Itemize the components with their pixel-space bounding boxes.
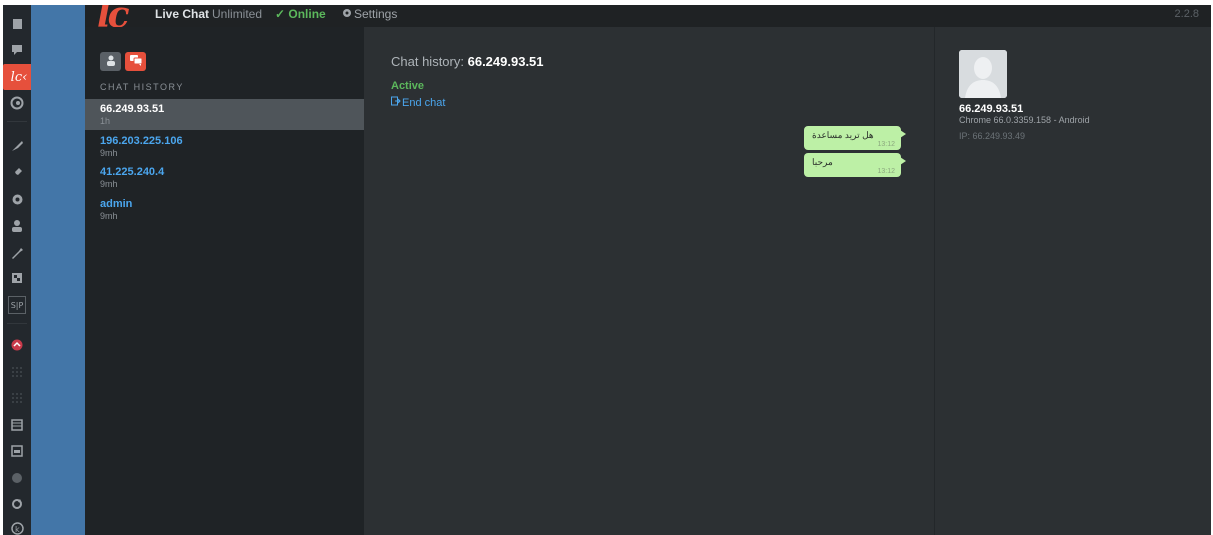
message-time: 13:12 (877, 168, 895, 175)
product-title: Live Chat (155, 7, 210, 21)
top-bar: lc Live Chat Unlimited ✓ Online Settings … (85, 5, 1211, 35)
plugins-icon[interactable] (8, 163, 26, 181)
visitor-browser: Chrome 66.0.3359.158 - Android (959, 115, 1090, 125)
circle-icon[interactable] (8, 469, 26, 487)
version-label: 2.2.8 (1174, 8, 1199, 20)
comments-icon[interactable] (8, 41, 26, 59)
table-icon[interactable] (8, 442, 26, 460)
chat-title: Chat history: 66.249.93.51 (391, 54, 544, 69)
svg-text:k: k (15, 525, 20, 534)
table-icon[interactable] (8, 416, 26, 434)
grid-icon[interactable] (8, 363, 26, 381)
chat-title-prefix: Chat history: (391, 54, 464, 69)
gear-icon (342, 7, 352, 21)
history-item-name: 66.249.93.51 (100, 103, 165, 115)
chat-history-tab-button[interactable] (125, 52, 146, 71)
appearance-icon[interactable] (8, 136, 26, 154)
grid-icon[interactable] (8, 389, 26, 407)
visitors-tab-button[interactable] (100, 52, 121, 71)
product-name: Live Chat Unlimited (155, 7, 262, 21)
message-time: 13:12 (877, 141, 895, 148)
history-item[interactable]: 66.249.93.51 1h (85, 99, 364, 130)
plugin-sp-icon[interactable]: S|P (8, 296, 26, 314)
visitor-info-panel: 66.249.93.51 Chrome 66.0.3359.158 - Andr… (934, 27, 1211, 535)
online-status-toggle[interactable]: ✓ Online (275, 7, 326, 21)
history-item[interactable]: 196.203.225.106 9mh (85, 131, 364, 162)
chat-main-panel: Chat history: 66.249.93.51 Active End ch… (364, 27, 934, 535)
message-text: مرحبا (812, 157, 833, 167)
history-item-time: 9mh (100, 179, 118, 189)
end-chat-label: End chat (402, 96, 446, 109)
media-icon[interactable] (8, 269, 26, 287)
history-item-name: 196.203.225.106 (100, 135, 183, 147)
product-edition: Unlimited (212, 7, 263, 21)
chat-message: هل تريد مساعدة 13:12 (804, 126, 906, 150)
history-item[interactable]: admin 9mh (85, 194, 364, 225)
chat-status: Active (391, 80, 425, 92)
visitor-name: 66.249.93.51 (959, 103, 1024, 115)
avatar (959, 50, 1007, 98)
app-window: lc‹ S|P k lc Live Chat Unlimited ✓ Onlin… (3, 5, 1211, 535)
users-icon[interactable] (8, 216, 26, 234)
user-icon (106, 53, 116, 71)
end-chat-button[interactable]: End chat (391, 96, 445, 109)
message-text: هل تريد مساعدة (812, 130, 874, 140)
chat-bubbles-icon (129, 53, 142, 71)
history-item-name: 41.225.240.4 (100, 166, 165, 178)
contact-icon[interactable] (8, 94, 26, 112)
history-item[interactable]: 41.225.240.4 9mh (85, 162, 364, 193)
settings-icon[interactable] (8, 190, 26, 208)
history-item-time: 1h (100, 116, 111, 126)
settings-label: Settings (354, 7, 398, 21)
chat-message: مرحبا 13:12 (804, 153, 906, 177)
history-item-time: 9mh (100, 211, 118, 221)
chat-title-ip: 66.249.93.51 (467, 54, 544, 69)
wp-admin-menu: lc‹ S|P k (3, 5, 35, 535)
tools-icon[interactable] (8, 243, 26, 261)
kirki-icon[interactable]: k (8, 519, 26, 535)
red-plugin-icon[interactable] (8, 336, 26, 354)
sign-out-icon (391, 96, 401, 109)
chat-history-panel: CHAT HISTORY 66.249.93.51 1h 196.203.225… (85, 27, 364, 535)
visitor-ip: IP: 66.249.93.49 (959, 131, 1026, 141)
history-item-name: admin (100, 198, 133, 210)
menu-edge-strip (31, 5, 85, 535)
chat-history-label: CHAT HISTORY (100, 82, 184, 92)
history-item-time: 9mh (100, 148, 118, 158)
settings-link[interactable]: Settings (342, 7, 397, 21)
refresh-icon[interactable] (8, 495, 26, 513)
dashboard-icon[interactable] (8, 15, 26, 33)
